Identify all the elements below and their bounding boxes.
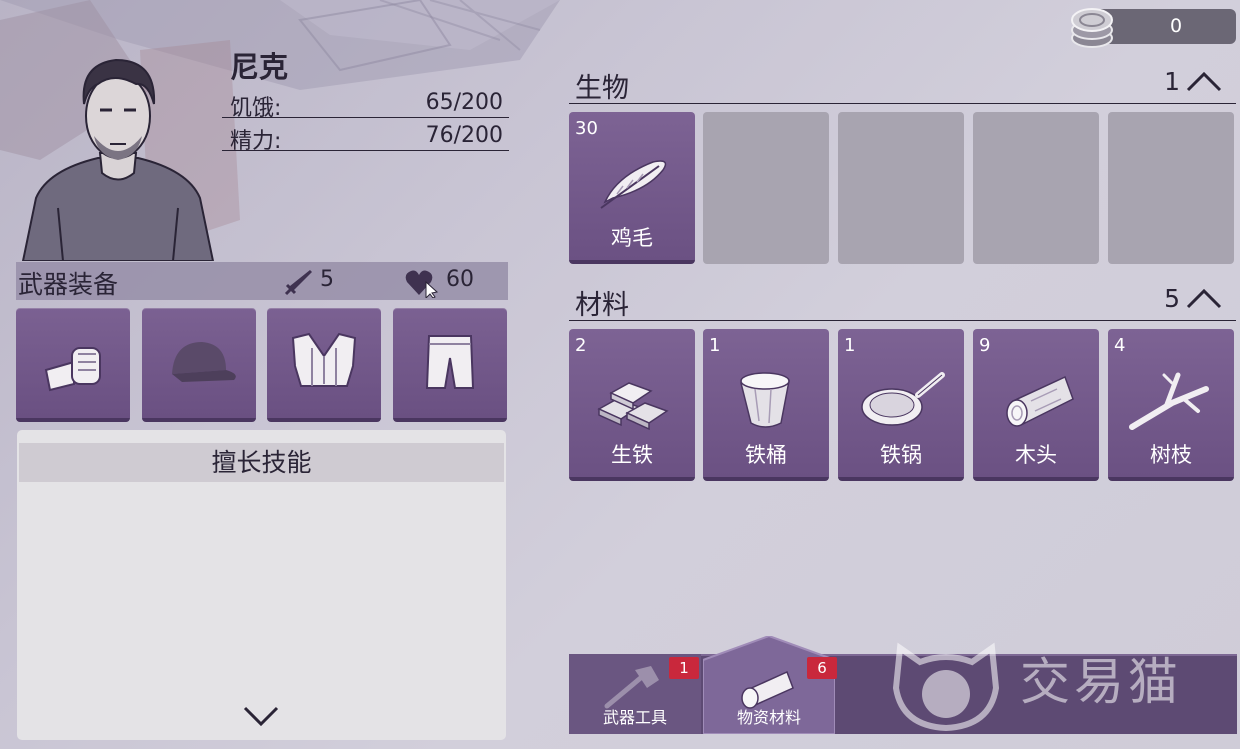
equipment-header: 武器装备 5 60 bbox=[16, 262, 508, 300]
watermark-text: 交易猫 bbox=[1020, 653, 1182, 711]
item-iron-pan[interactable]: 1 铁锅 bbox=[838, 329, 964, 481]
empty-slot bbox=[703, 112, 829, 264]
energy-stat: 精力: 76/200 bbox=[222, 121, 509, 154]
chevron-up-icon[interactable] bbox=[1186, 68, 1222, 94]
item-branch[interactable]: 4 树枝 bbox=[1108, 329, 1234, 481]
skills-panel: 擅长技能 bbox=[17, 430, 506, 740]
watermark: 交易猫 bbox=[886, 628, 1216, 732]
tab-label: 武器工具 bbox=[602, 708, 667, 727]
item-pig-iron[interactable]: 2 生铁 bbox=[569, 329, 695, 481]
tab-supplies-materials[interactable]: 6 物资材料 bbox=[703, 636, 837, 734]
branch-icon bbox=[1129, 372, 1209, 430]
item-quantity: 1 bbox=[709, 335, 721, 356]
item-name: 铁桶 bbox=[745, 443, 787, 467]
equip-slot-head[interactable] bbox=[142, 308, 256, 422]
item-name: 生铁 bbox=[611, 443, 653, 467]
item-wood[interactable]: 9 木头 bbox=[973, 329, 1099, 481]
cap-icon bbox=[172, 342, 236, 382]
hunger-value: 65/200 bbox=[425, 90, 503, 115]
energy-value: 76/200 bbox=[425, 123, 503, 148]
item-name: 树枝 bbox=[1150, 443, 1192, 467]
tab-badge: 6 bbox=[807, 657, 837, 679]
empty-slot bbox=[973, 112, 1099, 264]
category-header-biology: 生物 1 bbox=[569, 66, 1236, 104]
item-quantity: 2 bbox=[575, 335, 587, 356]
empty-slot bbox=[1108, 112, 1234, 264]
log-icon bbox=[1006, 375, 1074, 427]
category-title-materials: 材料 bbox=[575, 290, 629, 321]
chevron-down-icon[interactable] bbox=[243, 704, 279, 728]
hunger-label: 饥饿: bbox=[230, 96, 282, 121]
log-icon bbox=[741, 670, 794, 709]
hunger-stat: 饥饿: 65/200 bbox=[222, 88, 509, 121]
item-name: 铁锅 bbox=[880, 443, 922, 467]
item-name: 木头 bbox=[1015, 443, 1057, 467]
equipment-title: 武器装备 bbox=[18, 270, 119, 299]
equip-slot-weapon[interactable] bbox=[16, 308, 130, 422]
empty-slot bbox=[838, 112, 964, 264]
category-count-materials: 5 bbox=[1164, 284, 1180, 313]
sword-icon bbox=[284, 270, 312, 296]
equip-slot-legs[interactable] bbox=[393, 308, 507, 422]
bucket-icon bbox=[740, 372, 790, 428]
cat-logo-icon bbox=[892, 642, 1000, 732]
health-value: 60 bbox=[446, 267, 474, 292]
chevron-up-icon[interactable] bbox=[1186, 285, 1222, 311]
item-quantity: 4 bbox=[1114, 335, 1126, 356]
energy-label: 精力: bbox=[230, 129, 282, 154]
category-title-biology: 生物 bbox=[575, 73, 629, 104]
iron-ingot-icon bbox=[597, 382, 669, 431]
pan-icon bbox=[861, 372, 945, 426]
vest-icon bbox=[291, 332, 357, 387]
coin-stack-icon bbox=[1071, 8, 1113, 48]
tab-label: 物资材料 bbox=[736, 708, 801, 727]
attack-value: 5 bbox=[320, 267, 334, 292]
item-quantity: 1 bbox=[844, 335, 856, 356]
equip-slot-body[interactable] bbox=[267, 308, 381, 422]
category-header-materials: 材料 5 bbox=[569, 283, 1236, 321]
item-quantity: 9 bbox=[979, 335, 991, 356]
tab-weapons-tools[interactable]: 1 武器工具 bbox=[569, 654, 701, 734]
shorts-icon bbox=[425, 335, 475, 389]
character-portrait bbox=[21, 58, 215, 261]
tab-badge: 1 bbox=[669, 657, 699, 679]
fist-icon bbox=[44, 347, 101, 392]
character-name: 尼克 bbox=[230, 50, 289, 84]
skills-title: 擅长技能 bbox=[19, 443, 504, 482]
item-name: 鸡毛 bbox=[611, 226, 653, 250]
heart-icon bbox=[405, 270, 439, 298]
item-iron-bucket[interactable]: 1 铁桶 bbox=[703, 329, 829, 481]
coin-amount: 0 bbox=[1169, 15, 1183, 37]
category-count-biology: 1 bbox=[1164, 67, 1180, 96]
feather-icon bbox=[600, 160, 667, 209]
item-feather[interactable]: 30 鸡毛 bbox=[569, 112, 695, 264]
